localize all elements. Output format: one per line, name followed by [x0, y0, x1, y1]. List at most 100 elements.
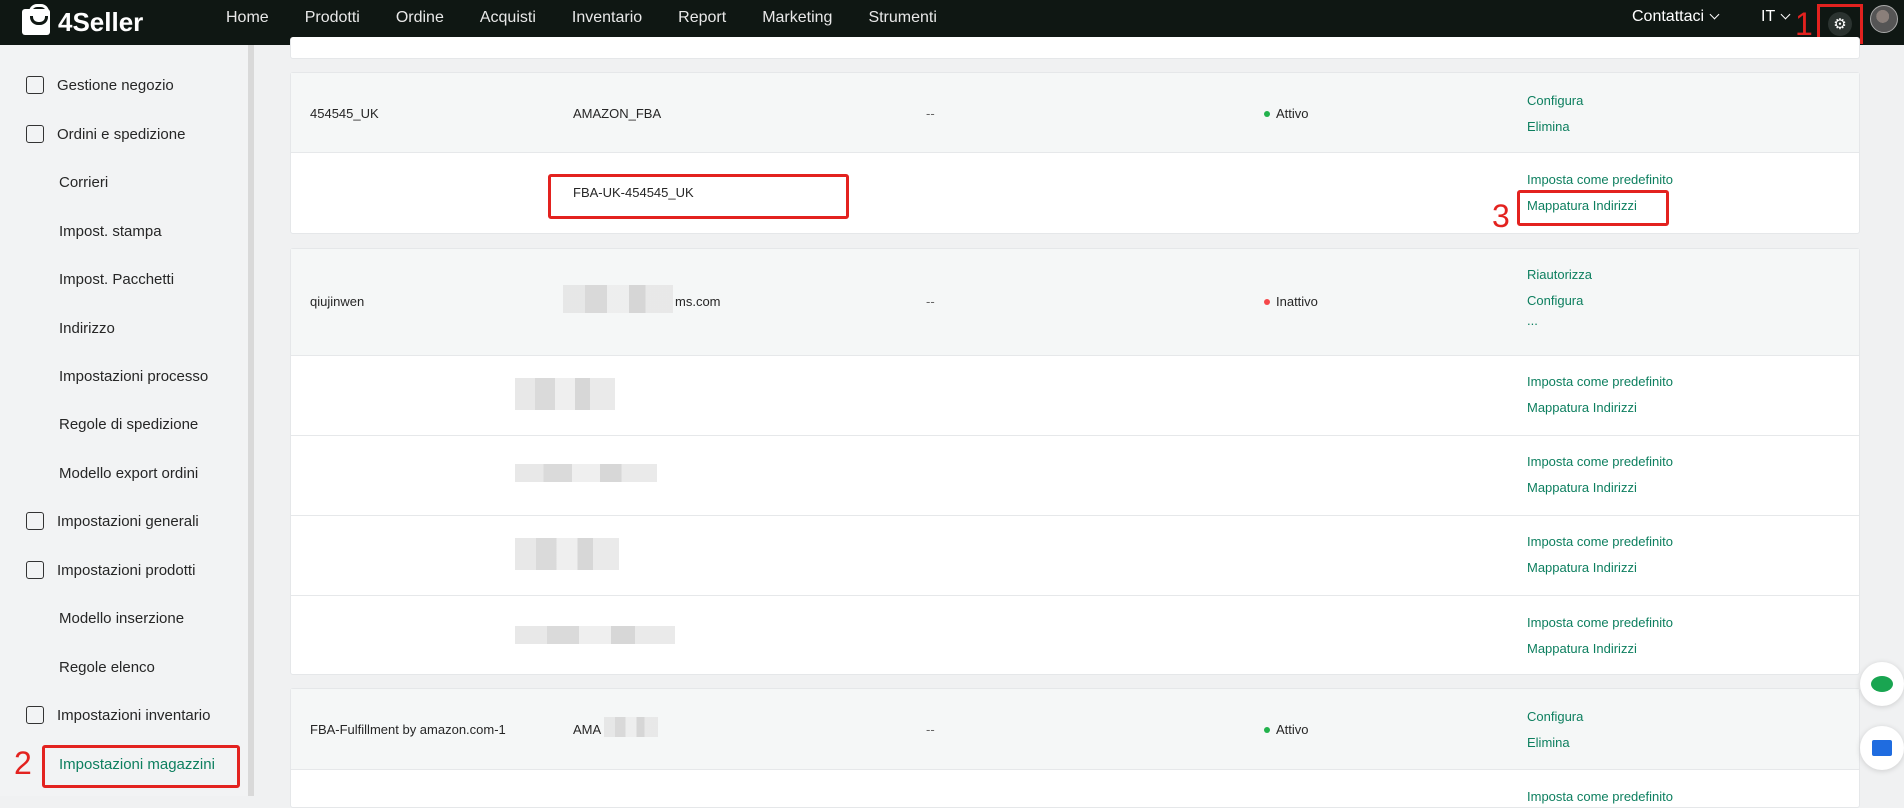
more-actions-link[interactable]: ... — [1527, 313, 1538, 328]
sidebar-item-impost-pacchetti[interactable]: Impost. Pacchetti — [0, 259, 250, 299]
sidebar-item-impostazioni-processo[interactable]: Impostazioni processo — [0, 356, 250, 396]
sidebar-item-label: Impost. Pacchetti — [59, 270, 175, 288]
gear-icon: ⚙ — [1828, 12, 1852, 36]
status-dot — [1264, 727, 1270, 733]
sidebar-item-label: Ordini e spedizione — [57, 125, 186, 143]
set-default-link[interactable]: Imposta come predefinito — [1527, 172, 1673, 187]
avatar[interactable] — [1870, 5, 1898, 33]
status-badge: Attivo — [1264, 722, 1309, 737]
address-mapping-link[interactable]: Mappatura Indirizzi — [1527, 560, 1637, 575]
annotation-1: 1 — [1795, 6, 1813, 42]
nav-acquisti[interactable]: Acquisti — [480, 9, 536, 27]
reauthorize-link[interactable]: Riautorizza — [1527, 267, 1592, 282]
brand-name: 4Seller — [58, 6, 144, 37]
logo[interactable]: 4Seller — [22, 4, 144, 39]
sidebar-item-label: Modello export ordini — [59, 464, 199, 482]
set-default-link[interactable]: Imposta come predefinito — [1527, 615, 1673, 630]
support-chat-button[interactable] — [1860, 662, 1904, 706]
store-platform: AMA — [573, 722, 602, 737]
sidebar-item-label: Impostazioni generali — [57, 512, 199, 530]
delete-link[interactable]: Elimina — [1527, 119, 1570, 134]
redacted-block — [515, 378, 615, 410]
warehouse-row: Imposta come predefinito Mappatura Indir… — [291, 356, 1859, 436]
address-mapping-link[interactable]: Mappatura Indirizzi — [1527, 641, 1637, 656]
sidebar-item-indirizzo[interactable]: Indirizzo — [0, 308, 250, 348]
redacted-block — [604, 717, 658, 737]
configure-link[interactable]: Configura — [1527, 709, 1583, 724]
status-text: Attivo — [1276, 722, 1309, 737]
previous-store-card — [290, 37, 1860, 59]
bag-logo-icon — [22, 4, 50, 35]
chat-icon — [1871, 676, 1893, 692]
sidebar-item-impostazioni-generali[interactable]: Impostazioni generali — [0, 501, 250, 541]
sidebar-item-label: Regole di spedizione — [59, 415, 199, 433]
chevron-down-icon — [1709, 9, 1720, 20]
redacted-block — [515, 538, 619, 570]
store-col3: -- — [926, 294, 935, 309]
printer-icon — [26, 512, 44, 530]
sidebar-item-label: Indirizzo — [59, 319, 115, 337]
store-row: FBA-Fulfillment by amazon.com-1 AMA -- A… — [291, 689, 1859, 770]
warehouse-icon — [26, 706, 44, 724]
nav-marketing[interactable]: Marketing — [762, 9, 832, 27]
status-text: Attivo — [1276, 106, 1309, 121]
chevron-down-icon — [1780, 9, 1791, 20]
sidebar-item-gestione-negozio[interactable]: Gestione negozio — [0, 65, 250, 105]
nav-ordine[interactable]: Ordine — [396, 9, 444, 27]
delete-link[interactable]: Elimina — [1527, 735, 1570, 750]
nav-strumenti[interactable]: Strumenti — [868, 9, 936, 27]
warehouse-row: Imposta come predefinito Mappatura Indir… — [291, 436, 1859, 516]
main-nav: Home Prodotti Ordine Acquisti Inventario… — [226, 0, 973, 36]
warehouse-row: Imposta come predefinito — [291, 770, 1859, 808]
sidebar-item-modello-export[interactable]: Modello export ordini — [0, 453, 250, 493]
language-dropdown[interactable]: IT — [1761, 8, 1791, 26]
set-default-link[interactable]: Imposta come predefinito — [1527, 534, 1673, 549]
store-row: qiujinwen ms.com -- Inattivo Riautorizza… — [291, 249, 1859, 356]
nav-prodotti[interactable]: Prodotti — [305, 9, 360, 27]
store-col3: -- — [926, 722, 935, 737]
sidebar-item-impostazioni-prodotti[interactable]: Impostazioni prodotti — [0, 550, 250, 590]
store-icon — [26, 76, 44, 94]
sidebar-item-label: Impostazioni prodotti — [57, 561, 196, 579]
address-mapping-link[interactable]: Mappatura Indirizzi — [1527, 480, 1637, 495]
warehouse-row: Imposta come predefinito Mappatura Indir… — [291, 516, 1859, 596]
nav-report[interactable]: Report — [678, 9, 726, 27]
redacted-block — [563, 285, 673, 313]
sidebar-item-label: Corrieri — [59, 173, 109, 191]
settings-sidebar: Gestione negozio Ordini e spedizione Cor… — [0, 45, 250, 796]
warehouse-row: Imposta come predefinito Mappatura Indir… — [291, 596, 1859, 675]
sidebar-item-impost-stampa[interactable]: Impost. stampa — [0, 211, 250, 251]
monitor-icon — [1872, 740, 1892, 756]
store-card: FBA-Fulfillment by amazon.com-1 AMA -- A… — [290, 688, 1860, 808]
status-badge: Inattivo — [1264, 294, 1318, 309]
contact-label: Contattaci — [1632, 8, 1705, 25]
set-default-link[interactable]: Imposta come predefinito — [1527, 374, 1673, 389]
address-mapping-link[interactable]: Mappatura Indirizzi — [1527, 400, 1637, 415]
configure-link[interactable]: Configura — [1527, 293, 1583, 308]
sidebar-item-impostazioni-inventario[interactable]: Impostazioni inventario — [0, 695, 250, 735]
nav-home[interactable]: Home — [226, 9, 269, 27]
store-platform: AMAZON_FBA — [573, 106, 662, 121]
status-dot — [1264, 299, 1270, 305]
sidebar-item-regole-spedizione[interactable]: Regole di spedizione — [0, 404, 250, 444]
set-default-link[interactable]: Imposta come predefinito — [1527, 789, 1673, 804]
highlight-box-3 — [1517, 190, 1669, 226]
sidebar-item-label: Impostazioni inventario — [57, 706, 211, 724]
annotation-3: 3 — [1492, 198, 1510, 234]
annotation-2: 2 — [14, 745, 32, 781]
sidebar-item-label: Impostazioni processo — [59, 367, 209, 385]
sidebar-item-corrieri[interactable]: Corrieri — [0, 162, 250, 202]
nav-inventario[interactable]: Inventario — [572, 9, 642, 27]
sidebar-item-label: Regole elenco — [59, 658, 155, 676]
store-row: 454545_UK AMAZON_FBA -- Attivo Configura… — [291, 73, 1859, 153]
screen-share-button[interactable] — [1860, 726, 1904, 770]
store-name: 454545_UK — [310, 106, 379, 121]
contact-dropdown[interactable]: Contattaci — [1632, 8, 1720, 26]
redacted-block — [515, 464, 657, 482]
configure-link[interactable]: Configura — [1527, 93, 1583, 108]
store-name: FBA-Fulfillment by amazon.com-1 — [310, 722, 506, 737]
sidebar-item-ordini-spedizione[interactable]: Ordini e spedizione — [0, 114, 250, 154]
set-default-link[interactable]: Imposta come predefinito — [1527, 454, 1673, 469]
sidebar-item-regole-elenco[interactable]: Regole elenco — [0, 647, 250, 687]
sidebar-item-modello-inserzione[interactable]: Modello inserzione — [0, 598, 250, 638]
